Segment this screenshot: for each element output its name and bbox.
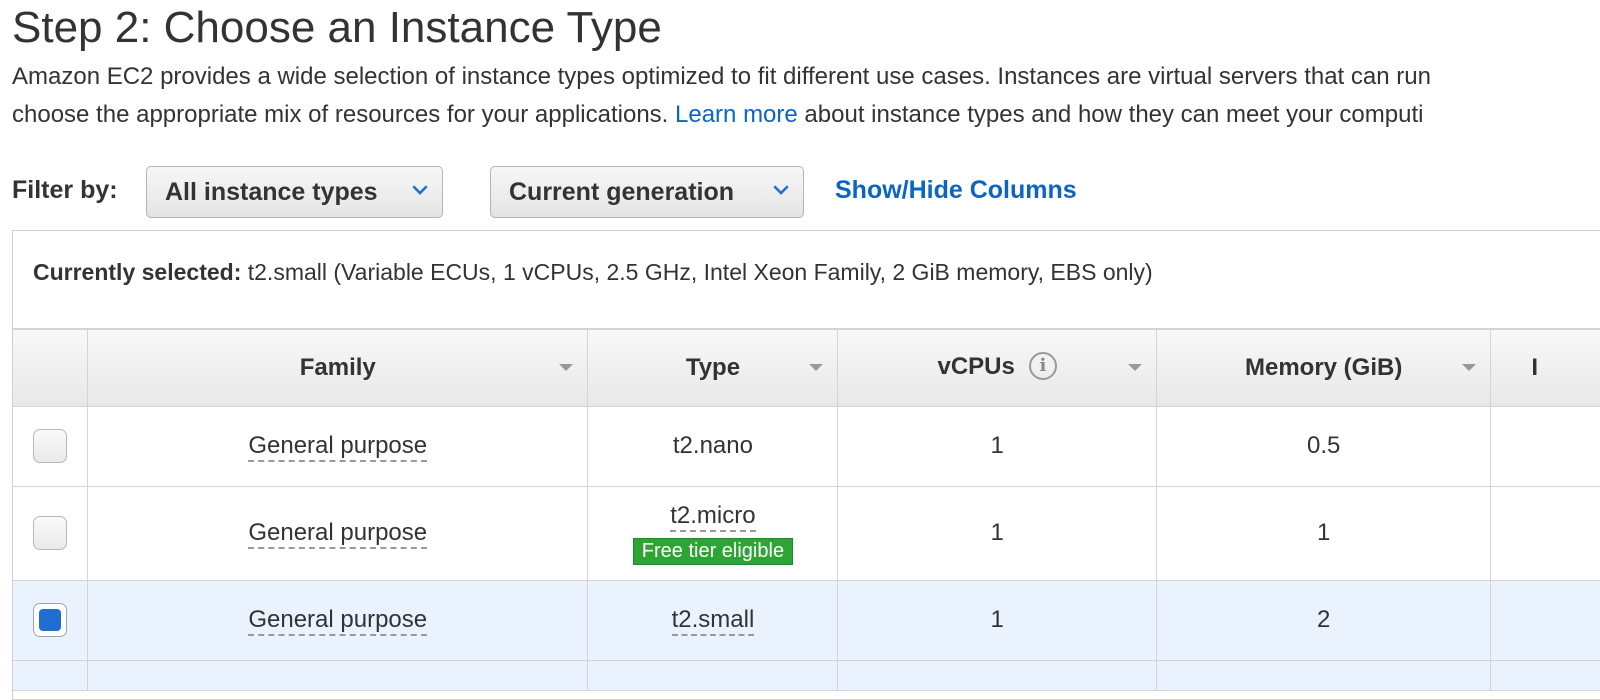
generation-dropdown[interactable]: Current generation — [490, 166, 804, 218]
type-cell: t2.small — [587, 580, 839, 661]
family-text: General purpose — [248, 519, 428, 549]
type-text: t2.micro — [670, 501, 756, 532]
description-line-1: Amazon EC2 provides a wide selection of … — [12, 63, 1431, 90]
column-label: I — [1531, 353, 1539, 381]
sort-caret-icon[interactable] — [1462, 364, 1477, 371]
vcpus-cell — [837, 660, 1157, 691]
currently-selected-bar: Currently selected: t2.small (Variable E… — [33, 259, 1153, 286]
learn-more-link[interactable]: Learn more — [675, 101, 798, 128]
column-header-family[interactable]: Family — [87, 329, 589, 407]
overflow-cell — [1490, 406, 1600, 487]
select-column-header — [13, 329, 89, 407]
family-text: General purpose — [248, 432, 428, 462]
select-cell — [13, 580, 89, 661]
info-icon[interactable]: i — [1028, 352, 1057, 381]
family-text: General purpose — [248, 606, 428, 636]
chevron-down-icon — [773, 185, 789, 195]
family-cell: General purpose — [87, 406, 589, 487]
currently-selected-label: Currently selected: — [33, 259, 242, 285]
currently-selected-value: t2.small (Variable ECUs, 1 vCPUs, 2.5 GH… — [247, 259, 1153, 285]
select-cell — [13, 406, 89, 487]
column-header-next[interactable]: I — [1490, 329, 1600, 407]
free-tier-badge: Free tier eligible — [632, 537, 794, 565]
vcpus-cell: 1 — [837, 406, 1157, 487]
description-text: choose the appropriate mix of resources … — [12, 101, 669, 128]
column-label: Family — [299, 353, 376, 381]
overflow-cell — [1490, 580, 1600, 661]
type-text: t2.small — [671, 606, 755, 636]
column-label: vCPUs — [937, 353, 1015, 381]
table-row[interactable]: General purpose t2.micro Free tier eligi… — [13, 486, 1600, 581]
row-checkbox-checked[interactable] — [33, 603, 67, 637]
column-label: Type — [685, 353, 741, 381]
table-header-row: Family Type vCPUs i Memory (GiB) I — [13, 329, 1600, 407]
select-cell — [13, 660, 89, 691]
instance-types-dropdown[interactable]: All instance types — [146, 166, 443, 218]
type-cell: t2.nano — [587, 406, 839, 487]
type-text: t2.nano — [672, 432, 753, 459]
overflow-cell — [1490, 660, 1600, 691]
sort-caret-icon[interactable] — [1127, 364, 1142, 371]
vcpus-cell: 1 — [837, 580, 1157, 661]
description-text-suffix: about instance types and how they can me… — [804, 101, 1424, 128]
type-cell: t2.micro Free tier eligible — [587, 486, 839, 581]
instance-types-value: All instance types — [165, 177, 378, 206]
column-header-memory[interactable]: Memory (GiB) — [1156, 329, 1492, 407]
family-cell: General purpose — [87, 580, 589, 661]
generation-value: Current generation — [509, 177, 735, 206]
table-row-selected[interactable]: General purpose t2.small 1 2 — [13, 580, 1600, 661]
row-checkbox[interactable] — [33, 516, 67, 550]
instance-types-table: Family Type vCPUs i Memory (GiB) I Gener… — [13, 328, 1600, 691]
select-cell — [13, 486, 89, 581]
page-title: Step 2: Choose an Instance Type — [12, 3, 662, 52]
memory-cell — [1156, 660, 1492, 691]
memory-cell: 2 — [1156, 580, 1492, 661]
type-cell — [587, 660, 839, 691]
sort-caret-icon[interactable] — [559, 364, 574, 371]
table-row[interactable] — [13, 660, 1600, 691]
memory-cell: 1 — [1156, 486, 1492, 581]
instance-types-panel: Currently selected: t2.small (Variable E… — [12, 230, 1600, 700]
family-cell — [87, 660, 589, 691]
filter-label: Filter by: — [12, 176, 118, 204]
show-hide-columns-link[interactable]: Show/Hide Columns — [835, 176, 1077, 205]
description-line-2: choose the appropriate mix of resources … — [12, 96, 1600, 134]
sort-caret-icon[interactable] — [809, 364, 824, 371]
row-checkbox[interactable] — [33, 429, 67, 463]
memory-cell: 0.5 — [1156, 406, 1492, 487]
column-header-type[interactable]: Type — [587, 329, 839, 407]
family-cell: General purpose — [87, 486, 589, 581]
column-label: Memory (GiB) — [1244, 353, 1403, 381]
overflow-cell — [1490, 486, 1600, 581]
vcpus-cell: 1 — [837, 486, 1157, 581]
page-description: Amazon EC2 provides a wide selection of … — [12, 58, 1600, 134]
table-row[interactable]: General purpose t2.nano 1 0.5 — [13, 406, 1600, 487]
chevron-down-icon — [412, 185, 428, 195]
column-header-vcpus[interactable]: vCPUs i — [837, 329, 1157, 407]
